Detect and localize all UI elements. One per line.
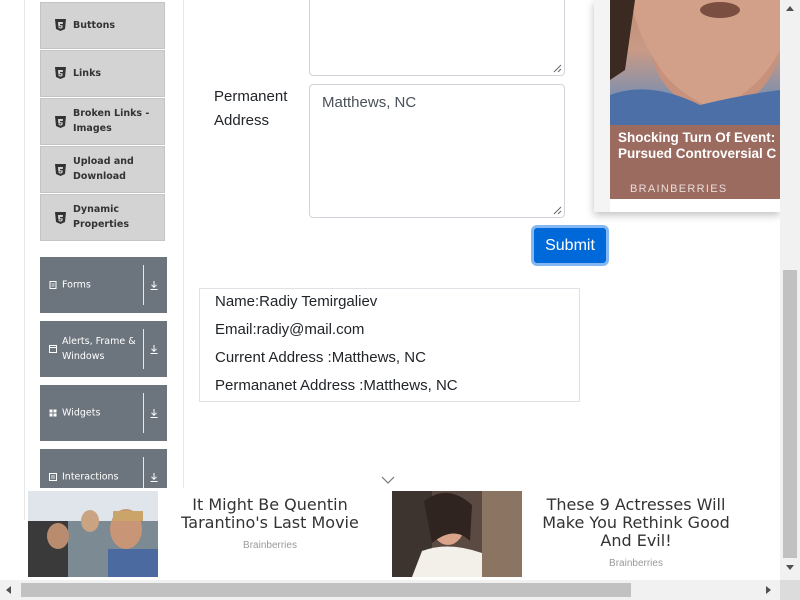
ad-card-1-image [28,491,158,577]
submit-button[interactable]: Submit [531,225,609,266]
sidebar-item-label: Broken Links - Images [73,108,150,134]
permanent-address-value: Matthews, NC [322,94,417,111]
sidebar-group-widgets[interactable]: Widgets [40,385,167,441]
ad-pattern [594,0,610,212]
ad-card-1-photo [28,491,158,577]
group-separator [143,329,144,369]
ad-card-1-title: It Might Be Quentin Tarantino's Last Mov… [181,495,359,532]
scrollbar-corner [780,580,800,600]
download-icon[interactable] [149,472,159,483]
download-icon[interactable] [149,408,159,419]
group-separator [143,393,144,433]
html5-icon [55,212,66,224]
sidebar-item-label: Links [73,68,102,79]
ad-card-2-title: These 9 Actresses Will Make You Rethink … [542,495,730,550]
horizontal-scroll-thumb[interactable] [21,583,631,597]
ad-card-1-source: Brainberries [243,540,297,551]
download-icon[interactable] [149,280,159,291]
scroll-down-arrow[interactable] [786,565,794,570]
ad-top-image [610,0,780,125]
chevron-down-icon[interactable] [381,476,395,485]
output-name: Name:Radiy Temirgaliev [215,293,378,310]
ad-card-2-source: Brainberries [609,558,663,569]
sidebar-item-label: Dynamic Properties [73,204,129,230]
ad-card-2[interactable]: These 9 Actresses Will Make You Rethink … [392,491,752,577]
sidebar-divider [183,0,184,520]
group-label: Alerts, Frame & Windows [62,336,136,362]
current-address-textarea[interactable] [309,0,565,76]
page: Buttons Links Broken Links - Images Uplo… [0,0,780,580]
vertical-scroll-thumb[interactable] [783,270,797,558]
output-current-address: Current Address :Matthews, NC [215,349,426,366]
ad-card-1[interactable]: It Might Be Quentin Tarantino's Last Mov… [28,491,388,577]
grid-icon [49,409,57,417]
form-icon [49,281,57,289]
html5-icon [55,19,66,31]
ad-bottom: It Might Be Quentin Tarantino's Last Mov… [26,488,780,580]
resize-grip-icon[interactable] [553,206,562,215]
output-panel: Name:Radiy Temirgaliev Email:radiy@mail.… [199,288,580,402]
sidebar-group-forms[interactable]: Forms [40,257,167,313]
sidebar-item-broken-links[interactable]: Broken Links - Images [40,98,165,145]
sidebar-item-label: Upload and Download [73,156,134,182]
vertical-scrollbar[interactable] [780,0,800,580]
sidebar-group-alerts[interactable]: Alerts, Frame & Windows [40,321,167,377]
output-permanent-address: Permananet Address :Matthews, NC [215,377,458,394]
ad-top-brand: BRAINBERRIES [630,183,728,195]
scroll-up-arrow[interactable] [786,6,794,11]
ad-top-headline[interactable]: Shocking Turn Of Event: Pursued Controve… [618,130,780,162]
resize-grip-icon[interactable] [553,64,562,73]
group-separator [143,265,144,305]
sidebar-item-buttons[interactable]: Buttons [40,2,165,49]
html5-icon [55,116,66,128]
window-icon [49,345,57,353]
horizontal-scrollbar[interactable] [0,580,780,600]
sidebar-item-upload-download[interactable]: Upload and Download [40,146,165,193]
submit-button-label: Submit [545,236,595,254]
list-icon [49,473,57,481]
sidebar-item-dynamic-properties[interactable]: Dynamic Properties [40,194,165,241]
ad-card-2-image [392,491,522,577]
group-label: Interactions [62,471,119,483]
scroll-right-arrow[interactable] [766,586,771,594]
ad-top-headline-line1: Shocking Turn Of Event: [618,130,776,145]
sidebar-item-links[interactable]: Links [40,50,165,97]
ad-top-headline-line2: Pursued Controversial C [618,146,777,161]
output-email: Email:radiy@mail.com [215,321,365,338]
ad-card-2-photo [392,491,522,577]
left-border [24,0,25,520]
download-icon[interactable] [149,344,159,355]
ad-top-photo [610,0,780,125]
sidebar-item-label: Buttons [73,20,116,31]
group-label: Widgets [62,407,101,419]
html5-icon [55,67,66,79]
scroll-left-arrow[interactable] [6,586,11,594]
html5-icon [55,164,66,176]
ad-top[interactable]: Shocking Turn Of Event: Pursued Controve… [594,0,780,212]
permanent-address-label: Permanent Address [214,88,288,129]
group-label: Forms [62,279,91,291]
permanent-address-textarea[interactable]: Matthews, NC [309,84,565,218]
